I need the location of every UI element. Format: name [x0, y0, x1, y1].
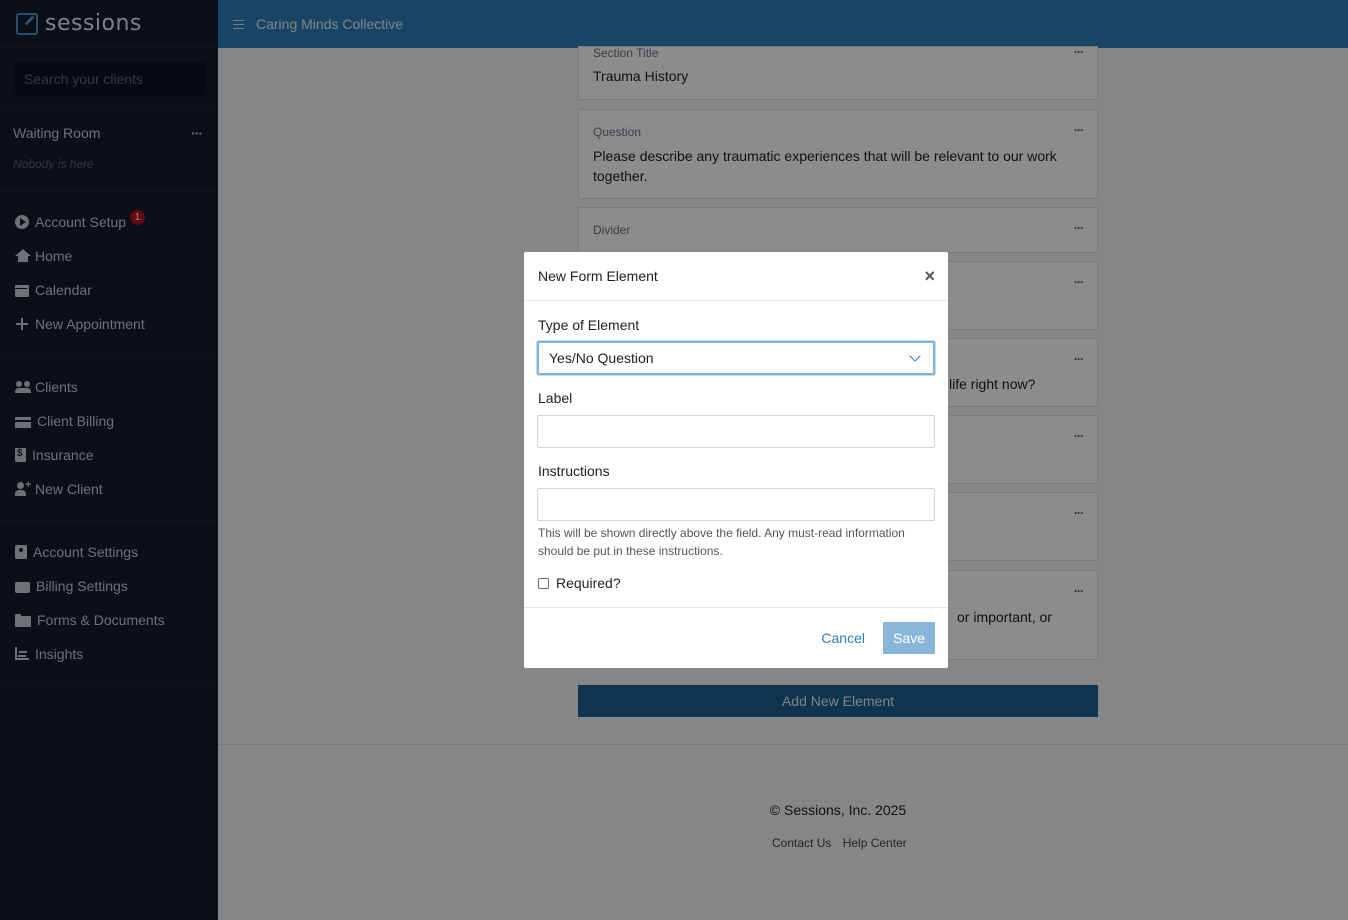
type-of-element-label: Type of Element	[538, 317, 640, 333]
label-input[interactable]	[537, 415, 935, 448]
new-form-element-modal: New Form Element × Type of Element Yes/N…	[524, 252, 948, 668]
required-checkbox[interactable]	[538, 577, 549, 589]
cancel-button[interactable]: Cancel	[821, 630, 865, 646]
modal-footer: Cancel Save	[524, 607, 948, 668]
chevron-down-icon	[909, 350, 921, 362]
required-checkbox-row[interactable]: Required?	[538, 575, 621, 591]
modal-title: New Form Element	[538, 268, 658, 284]
save-button[interactable]: Save	[883, 622, 935, 654]
instructions-field-label: Instructions	[538, 463, 610, 479]
close-icon[interactable]: ×	[924, 266, 935, 287]
label-field-label: Label	[538, 390, 573, 406]
modal-header: New Form Element ×	[524, 252, 948, 301]
element-type-value: Yes/No Question	[549, 350, 654, 366]
required-label: Required?	[556, 575, 621, 591]
element-type-select[interactable]: Yes/No Question	[537, 341, 935, 375]
instructions-help-text: This will be shown directly above the fi…	[538, 526, 905, 558]
instructions-input[interactable]	[537, 488, 935, 521]
